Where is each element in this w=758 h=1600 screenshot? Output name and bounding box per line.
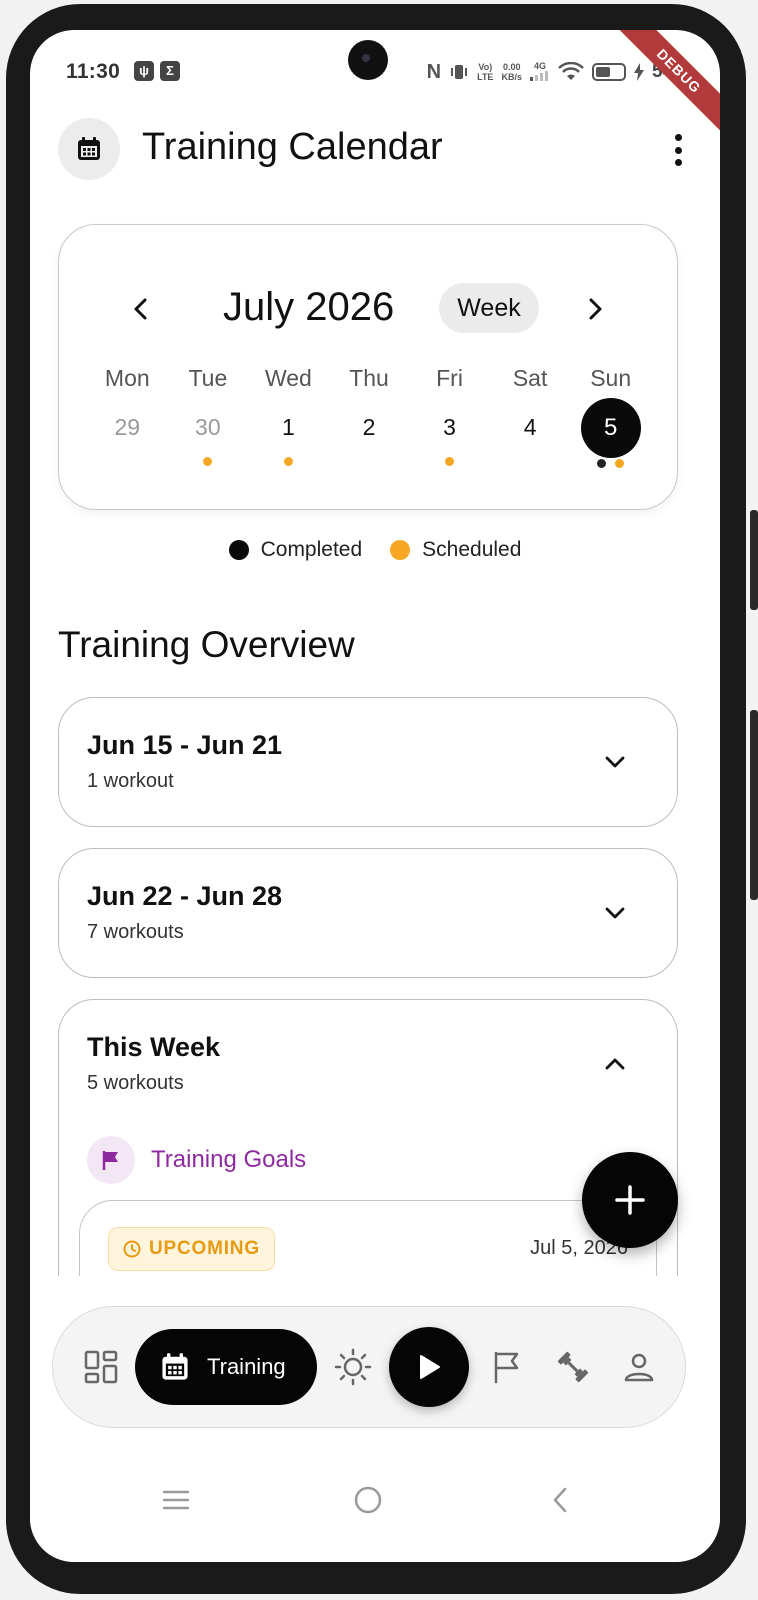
chevron-down-icon[interactable] (603, 901, 627, 925)
home-icon[interactable] (348, 1480, 388, 1520)
bottom-navigation: Training (52, 1306, 686, 1428)
weekday-label: Thu (349, 365, 389, 391)
weekday-label: Wed (264, 365, 312, 391)
charging-icon (633, 63, 644, 81)
month-label: July 2026 (223, 285, 395, 329)
weekday-label: Fri (436, 365, 463, 391)
legend-completed-label: Completed (260, 538, 363, 561)
flag-icon[interactable] (487, 1347, 527, 1387)
scheduled-dot (390, 540, 411, 560)
calendar-day[interactable]: 4 (490, 409, 571, 461)
volume-button (750, 510, 758, 610)
app-bar: Training Calendar (30, 116, 720, 182)
calendar-day[interactable]: 29 (87, 409, 168, 461)
nav-active-label: Training (207, 1354, 286, 1379)
back-icon[interactable] (540, 1480, 580, 1520)
week-range: This Week (87, 1032, 221, 1062)
completed-dot (596, 459, 606, 468)
chevron-up-icon[interactable] (603, 1052, 627, 1076)
chevron-right-icon[interactable] (575, 289, 615, 329)
usb-notification-icon: ψ (134, 61, 154, 81)
page-title: Training Calendar (142, 126, 443, 168)
training-goals-label: Training Goals (151, 1146, 307, 1173)
app-screen: 11:30 ψ Σ N Vo)LTE 0.00KB/s 4G 54% DEBUG (30, 30, 720, 1562)
calendar-day[interactable]: 2 (329, 409, 410, 461)
signal-icon (529, 71, 548, 81)
calendar-card: July 2026 Week Mon Tue Wed Thu Fri Sat S… (58, 224, 678, 510)
weekday-header-row: Mon Tue Wed Thu Fri Sat Sun (87, 365, 651, 392)
chevron-down-icon[interactable] (603, 750, 627, 774)
front-camera (348, 40, 388, 80)
start-workout-button[interactable] (389, 1327, 469, 1407)
flag-icon (87, 1136, 135, 1184)
calendar-day[interactable]: 30 (168, 409, 249, 466)
status-badge: UPCOMING (108, 1227, 275, 1271)
calendar-day[interactable]: 3 (409, 409, 490, 466)
calendar-icon[interactable] (58, 118, 120, 180)
calendar-header: July 2026 Week (59, 279, 679, 339)
scheduled-dot (283, 457, 293, 466)
status-icons: N Vo)LTE 0.00KB/s 4G 54% (427, 60, 690, 84)
training-goals-header[interactable]: Training Goals (87, 1136, 306, 1184)
chevron-left-icon[interactable] (121, 289, 161, 329)
week-card[interactable]: Jun 22 - Jun 28 7 workouts (58, 848, 678, 978)
sigma-notification-icon: Σ (160, 61, 180, 81)
wifi-icon (558, 62, 584, 80)
section-title: Training Overview (58, 624, 355, 665)
nav-item-training[interactable]: Training (135, 1329, 317, 1405)
calendar-legend: Completed Scheduled (30, 538, 720, 562)
signal-indicator: 4G (529, 61, 550, 83)
status-badge-label: UPCOMING (149, 1238, 260, 1259)
weekday-label: Sat (512, 365, 548, 391)
dashboard-icon[interactable] (81, 1347, 121, 1387)
scheduled-dot (445, 457, 455, 466)
calendar-icon (162, 1353, 188, 1380)
more-vert-icon[interactable] (666, 130, 690, 170)
weekday-label: Sun (590, 365, 632, 391)
week-card[interactable]: Jun 15 - Jun 21 1 workout (58, 697, 678, 827)
battery-icon (591, 63, 626, 81)
legend-scheduled-label: Scheduled (422, 538, 522, 561)
weekday-label: Mon (104, 365, 150, 391)
system-navigation-bar (30, 1470, 720, 1530)
completed-dot (228, 540, 249, 560)
device-frame: 11:30 ψ Σ N Vo)LTE 0.00KB/s 4G 54% DEBUG (0, 0, 758, 1600)
calendar-day[interactable]: 1 (248, 409, 329, 466)
scheduled-dot (614, 459, 624, 468)
workout-count: 1 workout (87, 770, 174, 792)
week-range: Jun 15 - Jun 21 (87, 730, 283, 760)
volte-indicator: Vo) LTE (477, 62, 494, 82)
workout-count: 7 workouts (87, 921, 184, 943)
dumbbell-icon[interactable] (553, 1347, 593, 1387)
play-icon (420, 1355, 440, 1379)
recent-apps-icon[interactable] (156, 1480, 196, 1520)
status-bar: 11:30 ψ Σ N Vo)LTE 0.00KB/s 4G 54% DEBUG (30, 30, 720, 141)
person-icon[interactable] (619, 1347, 659, 1387)
sun-icon[interactable] (333, 1347, 373, 1387)
vibrate-icon (451, 65, 468, 79)
add-button[interactable] (582, 1152, 678, 1248)
plus-icon (615, 1185, 645, 1215)
power-button (750, 710, 758, 900)
status-time: 11:30 (66, 60, 121, 83)
scheduled-dot (203, 457, 213, 466)
network-speed: 0.00 KB/s (501, 62, 522, 82)
view-toggle-button[interactable]: Week (439, 283, 539, 333)
calendar-day-selected[interactable]: 5 (570, 398, 651, 468)
weekday-label: Tue (188, 365, 228, 391)
clock-icon (123, 1240, 141, 1258)
workout-count: 5 workouts (87, 1072, 184, 1094)
week-range: Jun 22 - Jun 28 (87, 881, 283, 911)
legend-completed: Completed (228, 538, 363, 562)
legend-scheduled: Scheduled (390, 538, 521, 562)
nfc-icon: N (426, 60, 442, 83)
date-row: 29 30 1 2 3 4 5 (87, 398, 651, 468)
